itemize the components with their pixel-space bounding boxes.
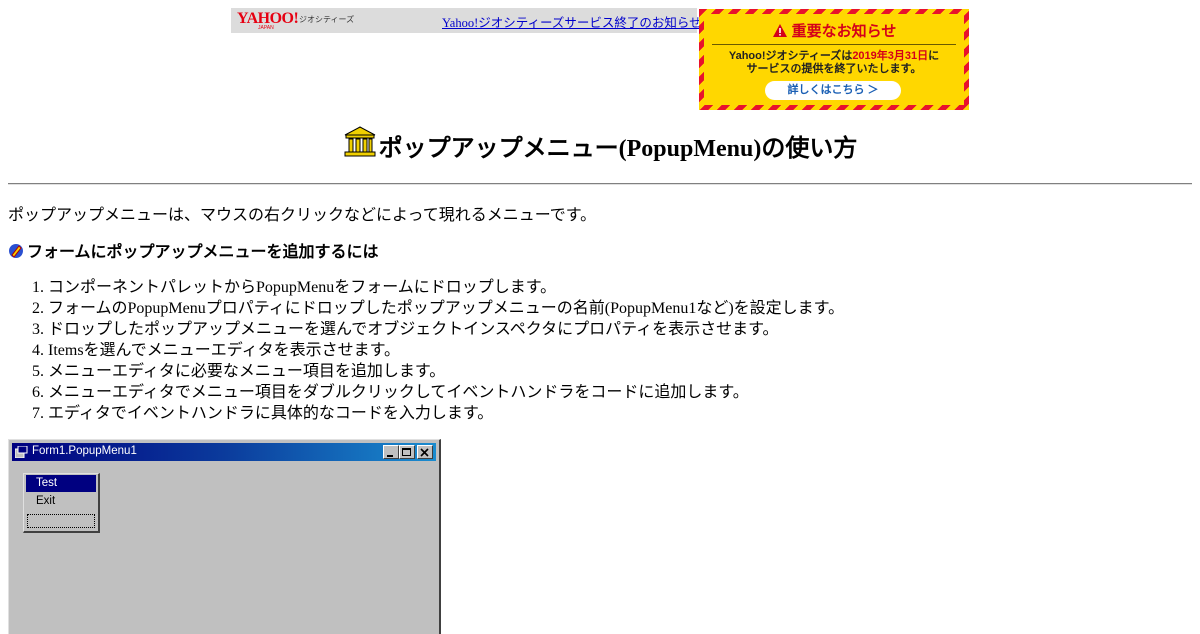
form-titlebar[interactable]: Form1.PopupMenu1 [12, 443, 436, 461]
service-end-notice-link[interactable]: Yahoo!ジオシティーズサービス終了のお知らせ [442, 12, 702, 31]
step-item: フォームのPopupMenuプロパティにドロップしたポップアップメニューの名前(… [48, 298, 844, 319]
geocities-service-name: ジオシティーズ [299, 15, 355, 24]
pencil-icon [9, 244, 23, 258]
notice-heading-text: 重要なお知らせ [791, 23, 897, 40]
step-item: コンポーネントパレットからPopupMenuをフォームにドロップします。 [48, 277, 844, 298]
maximize-button[interactable] [399, 445, 415, 459]
popup-menu: Test Exit [23, 473, 100, 533]
yahoo-banner: YAHOO! JAPAN ジオシティーズ Yahoo!ジオシティーズサービス終了… [231, 8, 702, 33]
horizontal-rule [8, 183, 1192, 185]
notice-heading: 重要なお知らせ [704, 20, 964, 41]
page-title: ポップアップメニュー(PopupMenu)の使い方 [0, 126, 1200, 167]
form-window-screenshot: Form1.PopupMenu1 Test Exit [8, 439, 441, 634]
close-icon [420, 448, 429, 457]
step-item: ドロップしたポップアップメニューを選んでオブジェクトインスペクタにプロパティを表… [48, 319, 844, 340]
building-icon [342, 126, 377, 158]
details-button[interactable]: 詳しくはこちら ＞ [765, 81, 901, 100]
steps-list: コンポーネントパレットからPopupMenuをフォームにドロップします。 フォー… [8, 277, 844, 424]
step-item: Itemsを選んでメニューエディタを表示させます。 [48, 340, 844, 361]
maximize-icon [402, 448, 411, 456]
important-notice-box: 重要なお知らせ Yahoo!ジオシティーズは2019年3月31日に サービスの提… [699, 9, 969, 110]
warning-icon [772, 24, 787, 37]
menu-item-test[interactable]: Test [26, 475, 96, 492]
section-heading: フォームにポップアップメニューを追加するには [8, 238, 379, 262]
menu-item-exit[interactable]: Exit [26, 493, 96, 510]
app-icon [15, 446, 28, 458]
notice-body-prefix: Yahoo!ジオシティーズは [728, 50, 853, 62]
section-heading-text: フォームにポップアップメニューを追加するには [27, 244, 379, 261]
notice-body: Yahoo!ジオシティーズは2019年3月31日に サービスの提供を終了いたしま… [704, 50, 964, 76]
step-item: メニューエディタでメニュー項目をダブルクリックしてイベントハンドラをコードに追加… [48, 382, 844, 403]
notice-body-line2: サービスの提供を終了いたします。 [746, 63, 922, 75]
notice-body-suffix: に [928, 50, 940, 62]
minimize-button[interactable] [383, 445, 399, 459]
notice-divider [712, 44, 956, 45]
form-title: Form1.PopupMenu1 [32, 445, 137, 457]
minimize-icon [387, 455, 393, 457]
menu-item-placeholder[interactable] [27, 514, 95, 528]
intro-text: ポップアップメニューは、マウスの右クリックなどによって現れるメニューです。 [8, 207, 597, 224]
yahoo-logo-japan: JAPAN [258, 25, 274, 31]
page-title-text: ポップアップメニュー(PopupMenu)の使い方 [378, 136, 858, 162]
notice-inner: 重要なお知らせ Yahoo!ジオシティーズは2019年3月31日に サービスの提… [704, 14, 964, 105]
step-item: エディタでイベントハンドラに具体的なコードを入力します。 [48, 403, 844, 424]
step-item: メニューエディタに必要なメニュー項目を追加します。 [48, 361, 844, 382]
close-button[interactable] [417, 445, 433, 459]
notice-date: 2019年3月31日 [852, 50, 929, 62]
